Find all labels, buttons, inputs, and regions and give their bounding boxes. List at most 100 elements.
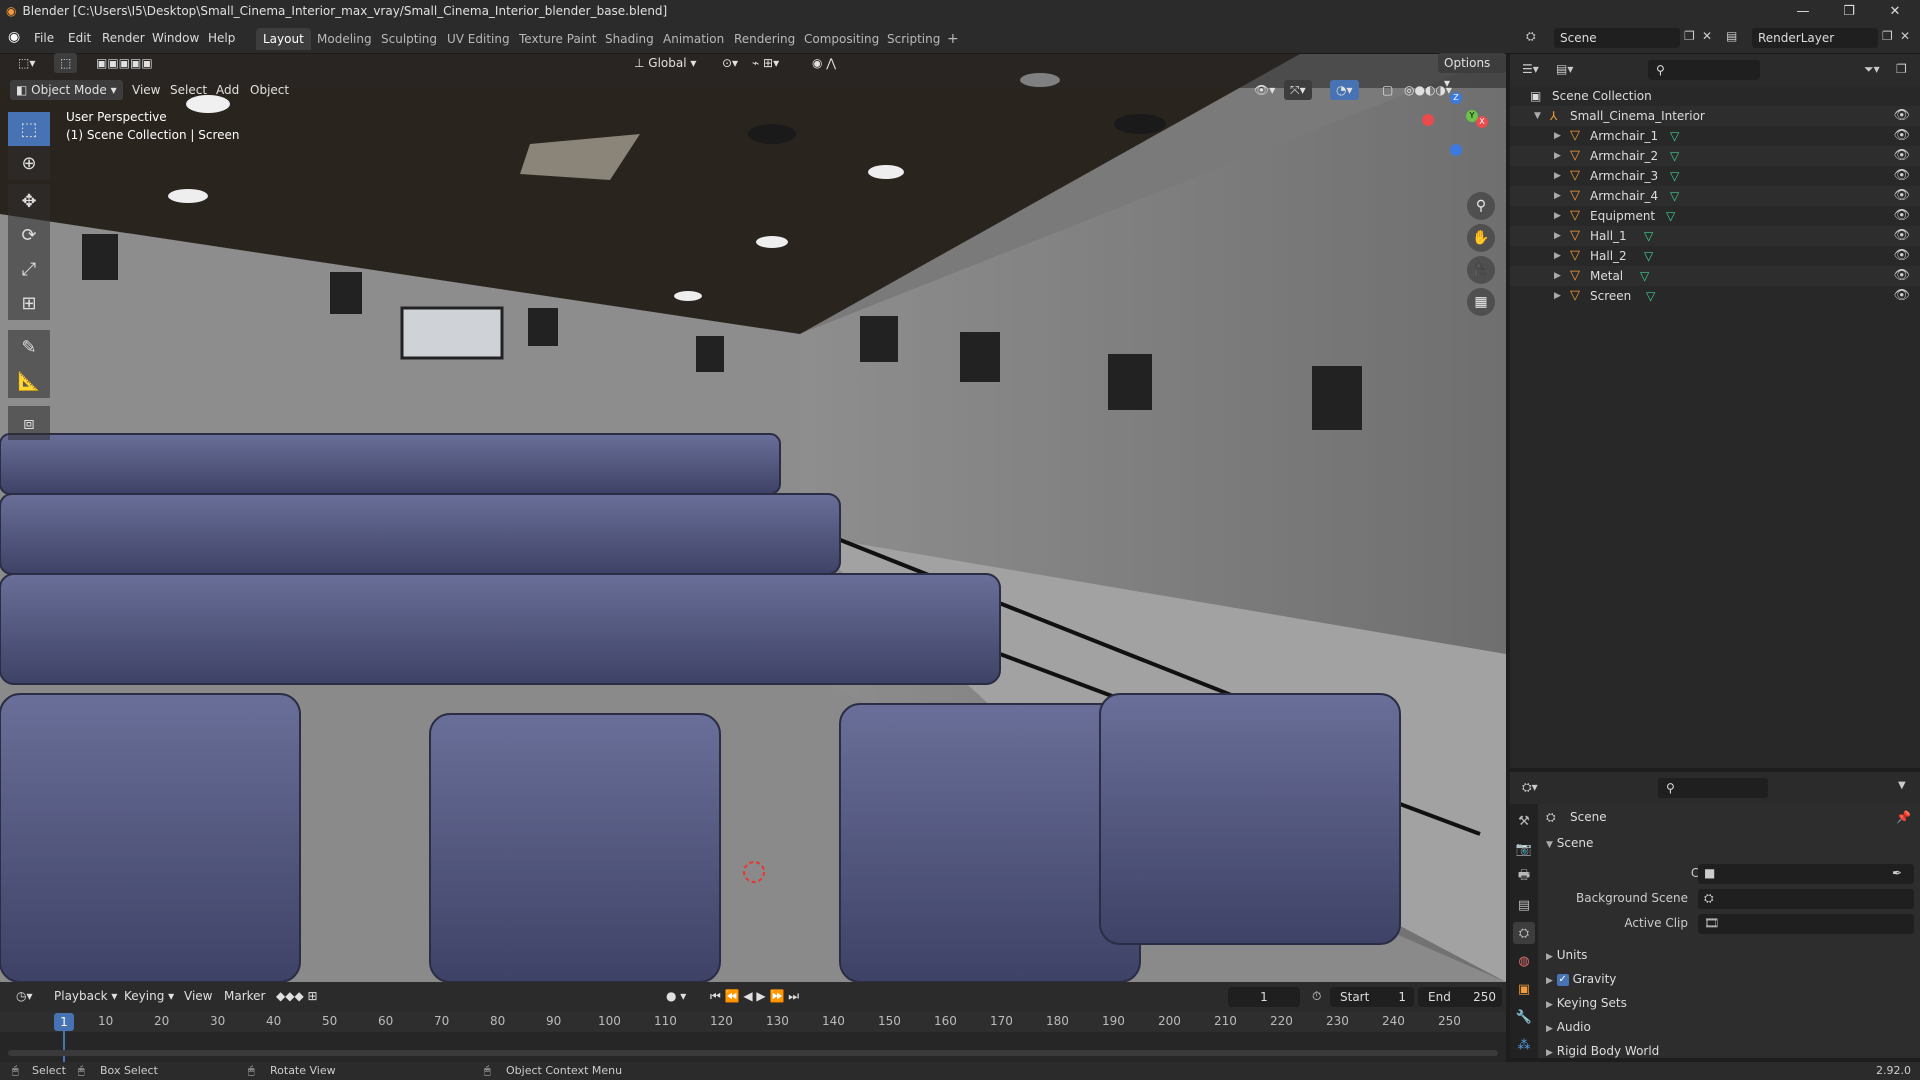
cursor-tool-icon[interactable]: ⊕: [8, 146, 50, 180]
playhead[interactable]: 1: [54, 1013, 74, 1031]
panel-keying-sets[interactable]: ▶ Keying Sets: [1546, 992, 1916, 1014]
xray-icon[interactable]: ▢: [1376, 80, 1399, 100]
tab-sculpting[interactable]: Sculpting: [374, 28, 444, 50]
timeline-menu-marker[interactable]: Marker: [218, 986, 271, 1006]
panel-audio[interactable]: ▶ Audio: [1546, 1016, 1916, 1038]
outliner-row-root[interactable]: ▣ Scene Collection: [1510, 86, 1920, 106]
new-scene-icon[interactable]: ❐: [1684, 29, 1695, 43]
eye-icon[interactable]: 👁: [1893, 166, 1910, 186]
eye-icon[interactable]: 👁: [1893, 226, 1910, 246]
outliner-editor-icon[interactable]: ☰▾: [1522, 62, 1539, 76]
outliner-row-collection[interactable]: ▼ ⅄ Small_Cinema_Interior 👁: [1510, 106, 1920, 126]
eye-icon[interactable]: 👁: [1893, 186, 1910, 206]
add-workspace-icon[interactable]: +: [940, 28, 966, 50]
end-frame-field[interactable]: End 250: [1418, 987, 1502, 1007]
expand-icon[interactable]: ▶: [1554, 286, 1561, 306]
camera-field[interactable]: ■ ✒: [1698, 864, 1914, 884]
menu-render[interactable]: Render: [98, 28, 149, 48]
expand-icon[interactable]: ▶: [1554, 166, 1561, 186]
panel-units[interactable]: ▶ Units: [1546, 944, 1916, 966]
annotate-tool-icon[interactable]: ✎: [8, 330, 50, 364]
timeline-menu-view[interactable]: View: [178, 986, 218, 1006]
new-layer-icon[interactable]: ❐: [1882, 29, 1893, 43]
tab-layout[interactable]: Layout: [256, 28, 311, 50]
visibility-icon[interactable]: 👁▾: [1248, 80, 1281, 100]
new-collection-icon[interactable]: ❐: [1896, 62, 1907, 76]
timeline-scrollbar[interactable]: [8, 1050, 1498, 1056]
view-layer-selector[interactable]: RenderLayer: [1752, 28, 1878, 48]
timeline-editor-icon[interactable]: ◷▾: [10, 986, 39, 1006]
outliner-row-hall-2[interactable]: ▶ ▽ Hall_2 ▽ 👁: [1510, 246, 1920, 266]
3d-viewport[interactable]: User Perspective (1) Scene Collection | …: [0, 54, 1506, 982]
filter-icon[interactable]: ⏷▾: [1864, 62, 1880, 77]
mesh-data-icon[interactable]: ▽: [1646, 286, 1655, 306]
tab-scripting[interactable]: Scripting: [880, 28, 947, 50]
pan-hand-icon[interactable]: ✋: [1467, 224, 1495, 252]
panel-gravity[interactable]: ▶ ✓ Gravity: [1546, 968, 1916, 990]
properties-editor-icon[interactable]: ⛭▾: [1522, 780, 1538, 795]
gizmo-neg-z[interactable]: [1450, 144, 1462, 156]
navigation-gizmo[interactable]: Z X Y: [1418, 90, 1498, 170]
expand-icon[interactable]: ▶: [1554, 186, 1561, 206]
gizmo-x-axis[interactable]: X: [1476, 116, 1488, 128]
outliner-row-armchair-1[interactable]: ▶ ▽ Armchair_1 ▽ 👁: [1510, 126, 1920, 146]
select-mode-icon[interactable]: ⬚: [54, 53, 78, 73]
select-box-modes-icon[interactable]: ▣▣▣▣▣: [90, 53, 159, 73]
keyframe-icons[interactable]: ◆◆◆ ⊞: [270, 986, 324, 1006]
snap-icon[interactable]: ⌁ ⊞▾: [746, 53, 785, 73]
tab-uv-editing[interactable]: UV Editing: [440, 28, 517, 50]
object-tab-icon[interactable]: ▣: [1513, 978, 1535, 1000]
blender-menu-icon[interactable]: ◉: [8, 29, 20, 45]
menu-window[interactable]: Window: [148, 28, 203, 48]
proportional-edit-icon[interactable]: ◉ ⋀: [806, 53, 842, 73]
stopwatch-icon[interactable]: ⏱: [1306, 986, 1327, 1006]
expand-icon[interactable]: ▶: [1554, 266, 1561, 286]
object-mode-dropdown[interactable]: ◧ Object Mode ▾: [10, 80, 123, 100]
record-icon[interactable]: ● ▾: [660, 986, 692, 1006]
eyedropper-icon[interactable]: ✒: [1892, 866, 1902, 880]
viewport-menu-object[interactable]: Object: [244, 80, 295, 100]
tab-modeling[interactable]: Modeling: [310, 28, 379, 50]
mesh-data-icon[interactable]: ▽: [1666, 206, 1675, 226]
world-tab-icon[interactable]: ◍: [1513, 950, 1535, 972]
maximize-icon[interactable]: ❐: [1826, 0, 1872, 22]
outliner-row-armchair-3[interactable]: ▶ ▽ Armchair_3 ▽ 👁: [1510, 166, 1920, 186]
options-dropdown[interactable]: Options ▾: [1438, 53, 1506, 90]
eye-icon[interactable]: 👁: [1893, 206, 1910, 226]
pivot-point-icon[interactable]: ⊙▾: [716, 53, 744, 73]
eye-icon[interactable]: 👁: [1893, 126, 1910, 146]
tab-animation[interactable]: Animation: [656, 28, 731, 50]
display-mode-icon[interactable]: ▤▾: [1556, 62, 1573, 76]
expand-icon[interactable]: ▼: [1534, 106, 1541, 126]
menu-file[interactable]: File: [30, 28, 58, 48]
viewport-menu-view[interactable]: View: [126, 80, 166, 100]
output-tab-icon[interactable]: 🖶: [1513, 866, 1535, 888]
eye-icon[interactable]: 👁: [1893, 266, 1910, 286]
editor-type-icon[interactable]: ⬚▾: [12, 53, 41, 73]
mesh-data-icon[interactable]: ▽: [1640, 266, 1649, 286]
expand-icon[interactable]: ▶: [1554, 246, 1561, 266]
particles-tab-icon[interactable]: ⁂: [1513, 1034, 1535, 1056]
transform-orientation-selector[interactable]: ⊥ Global ▾: [628, 53, 702, 73]
panel-scene-header[interactable]: ▼ Scene: [1546, 832, 1916, 854]
pin-icon[interactable]: 📌: [1896, 810, 1911, 824]
mesh-data-icon[interactable]: ▽: [1670, 166, 1679, 186]
eye-icon[interactable]: 👁: [1893, 246, 1910, 266]
select-box-tool-icon[interactable]: ⬚: [8, 112, 50, 146]
tab-texture-paint[interactable]: Texture Paint: [512, 28, 603, 50]
menu-edit[interactable]: Edit: [64, 28, 95, 48]
outliner-row-screen[interactable]: ▶ ▽ Screen ▽ 👁: [1510, 286, 1920, 306]
expand-icon[interactable]: ▶: [1554, 146, 1561, 166]
playback-controls[interactable]: ⏮ ⏪ ◀ ▶ ⏩ ⏭: [704, 986, 805, 1006]
expand-icon[interactable]: ▶: [1554, 126, 1561, 146]
gizmo-neg-x[interactable]: [1422, 114, 1434, 126]
scene-selector[interactable]: Scene: [1554, 28, 1680, 48]
scene-icon[interactable]: ⛭: [1526, 29, 1536, 44]
tab-compositing[interactable]: Compositing: [797, 28, 886, 50]
move-tool-icon[interactable]: ✥: [8, 184, 50, 218]
close-icon[interactable]: ✕: [1872, 0, 1918, 22]
expand-icon[interactable]: ▶: [1554, 226, 1561, 246]
menu-help[interactable]: Help: [204, 28, 239, 48]
active-clip-field[interactable]: 🎞: [1698, 914, 1914, 934]
tab-rendering[interactable]: Rendering: [727, 28, 802, 50]
